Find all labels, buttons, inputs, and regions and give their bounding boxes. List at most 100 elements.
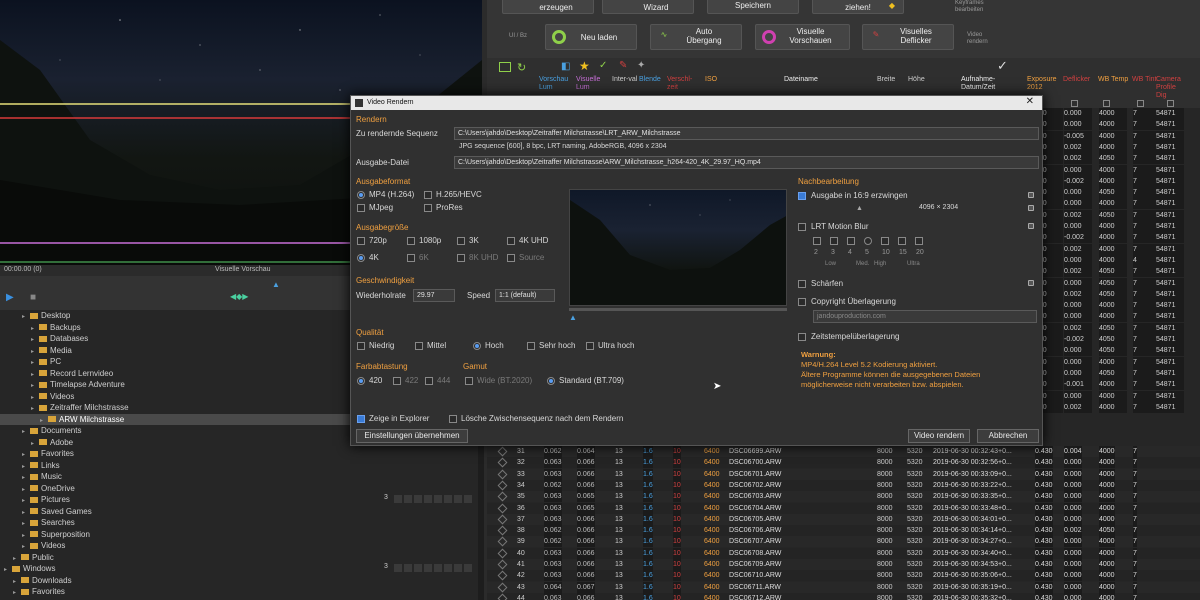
quality-low[interactable] (357, 342, 365, 350)
row-marker-icon[interactable] (497, 446, 508, 457)
blur-option[interactable] (915, 237, 923, 245)
folder-item[interactable]: ▸ Documents (0, 425, 81, 436)
play-icon[interactable]: ▶ (6, 292, 14, 303)
blur-option[interactable] (864, 237, 872, 245)
rating-box[interactable] (454, 564, 462, 572)
rating-box[interactable] (464, 564, 472, 572)
lock-icon[interactable] (1028, 223, 1034, 229)
table-row[interactable]: 35 0.063 0.065 13 1.6 10 6400 DSC06703.ARW 8000 5… (487, 491, 1200, 503)
rating-box[interactable] (414, 564, 422, 572)
stop-icon[interactable]: ■ (30, 292, 36, 303)
rating-box[interactable] (444, 564, 452, 572)
folder-item[interactable]: ▸ Videos (0, 391, 74, 402)
folder-item[interactable]: ▸ PC (0, 356, 61, 367)
column-header[interactable]: Dateiname (784, 76, 818, 84)
table-row[interactable]: 32 0.063 0.066 13 1.6 10 6400 DSC06700.ARW 8000 5… (487, 457, 1200, 469)
folder-item[interactable]: ▸ Videos (0, 540, 65, 551)
refresh-icon[interactable]: ↻ (517, 61, 526, 74)
folder-item[interactable]: ▸ Favorites (0, 448, 74, 459)
table-row[interactable]: 36 0.063 0.065 13 1.6 10 6400 DSC06704.ARW 8000 5… (487, 502, 1200, 514)
keyframe-nav-icon[interactable]: ◀◆▶ (230, 292, 248, 301)
table-row[interactable]: 38 0.062 0.066 13 1.6 10 6400 DSC06706.ARW 8000 5… (487, 525, 1200, 537)
reload-button[interactable]: Neu laden (545, 24, 637, 50)
force-169-checkbox[interactable] (798, 192, 806, 200)
deflicker-col-icon[interactable]: ✎ (619, 60, 627, 71)
lock-icon[interactable] (1028, 280, 1034, 286)
row-marker-icon[interactable] (497, 480, 508, 491)
size-source[interactable] (507, 254, 515, 262)
rating-box[interactable] (394, 495, 402, 503)
expand-arrow-icon[interactable]: ▸ (13, 588, 21, 599)
folder-item[interactable]: ▸ Searches (0, 517, 75, 528)
table-row[interactable]: 37 0.063 0.066 13 1.6 10 6400 DSC06705.ARW 8000 5… (487, 513, 1200, 525)
folder-item[interactable]: ▸ Favorites (0, 586, 65, 597)
rating-box[interactable] (444, 495, 452, 503)
chroma-444[interactable] (425, 377, 433, 385)
column-header[interactable]: Höhe (908, 76, 940, 84)
rating-box[interactable] (454, 495, 462, 503)
timeline-marker-icon[interactable]: ▲ (272, 280, 280, 289)
close-icon[interactable]: ✕ (1026, 96, 1034, 107)
rating-box[interactable] (464, 495, 472, 503)
filter-icon[interactable]: ◧ (561, 61, 570, 72)
curve-icon[interactable]: ✓ (599, 60, 607, 71)
copyright-field[interactable]: jandouproduction.com (813, 310, 1037, 323)
magic-icon[interactable]: ✦ (637, 60, 645, 71)
motion-blur-checkbox[interactable] (798, 223, 806, 231)
size-4kuhd[interactable] (507, 237, 515, 245)
row-marker-icon[interactable] (497, 570, 508, 581)
table-row[interactable]: 43 0.064 0.067 13 1.6 10 6400 DSC06711.ARW 8000 5… (487, 581, 1200, 593)
size-6k[interactable] (407, 254, 415, 262)
check-icon[interactable]: ✓ (997, 58, 1008, 74)
folder-item[interactable]: ▸ Windows (0, 563, 55, 574)
speed-select[interactable]: 1:1 (default) (495, 289, 555, 302)
row-marker-icon[interactable] (497, 514, 508, 525)
column-checkbox[interactable] (1071, 100, 1078, 107)
folder-item[interactable]: ▸ Public (0, 552, 54, 563)
format-h265-radio[interactable] (424, 191, 432, 199)
quality-medium[interactable] (415, 342, 423, 350)
folder-item[interactable]: ▸ Music (0, 471, 62, 482)
output-file-field[interactable]: C:\Users\jahdo\Desktop\Zeitraffer Milchs… (454, 156, 1039, 169)
row-marker-icon[interactable] (497, 525, 508, 536)
column-header[interactable]: Deflicker (1063, 76, 1095, 84)
format-mjpeg-radio[interactable] (357, 204, 365, 212)
folder-item[interactable]: ▸ Zeitraffer Milchstrasse (0, 402, 129, 413)
preview-slider-track[interactable] (569, 308, 787, 311)
create-button[interactable]: erzeugen (502, 0, 594, 14)
quality-ultra-high[interactable] (586, 342, 594, 350)
column-header[interactable]: Exposure 2012 (1027, 76, 1059, 92)
table-row[interactable]: 33 0.063 0.066 13 1.6 10 6400 DSC06701.ARW 8000 5… (487, 468, 1200, 480)
row-marker-icon[interactable] (497, 593, 508, 600)
apply-settings-button[interactable]: Einstellungen übernehmen (356, 429, 468, 443)
table-row[interactable]: 39 0.062 0.066 13 1.6 10 6400 DSC06707.ARW 8000 5… (487, 536, 1200, 548)
rating-box[interactable] (434, 495, 442, 503)
row-marker-icon[interactable] (497, 559, 508, 570)
lock-icon[interactable] (1028, 192, 1034, 198)
sequence-field[interactable]: C:\Users\jahdo\Desktop\Zeitraffer Milchs… (454, 127, 1039, 140)
preview-slider-handle[interactable]: ▲ (569, 313, 577, 322)
render-video-button[interactable]: Video rendern (908, 429, 970, 443)
save-button[interactable]: Speichern (707, 0, 799, 14)
column-header[interactable]: WB Temp (1098, 76, 1130, 84)
table-row[interactable]: 42 0.063 0.066 13 1.6 10 6400 DSC06710.ARW 8000 5… (487, 570, 1200, 582)
auto-transition-button[interactable]: ∿ Auto Übergang (650, 24, 742, 50)
blur-option[interactable] (898, 237, 906, 245)
blur-option[interactable] (813, 237, 821, 245)
folder-item[interactable]: ▸ Desktop (0, 310, 70, 321)
res-slider-handle[interactable]: ▲ (856, 205, 863, 212)
column-header[interactable]: Verschl-zeit (667, 76, 699, 92)
folder-item[interactable]: ▸ Databases (0, 333, 88, 344)
show-explorer-checkbox[interactable] (357, 415, 365, 423)
quality-high[interactable] (473, 342, 481, 350)
visual-deflicker-button[interactable]: ✎ Visuelles Deflicker (862, 24, 954, 50)
folder-item[interactable]: ▸ Links (0, 460, 60, 471)
folder-item[interactable]: ▸ Backups (0, 322, 81, 333)
visual-previews-button[interactable]: Visuelle Vorschauen (755, 24, 850, 50)
row-marker-icon[interactable] (497, 582, 508, 593)
rating-box[interactable] (394, 564, 402, 572)
table-row[interactable]: 41 0.063 0.066 13 1.6 10 6400 DSC06709.ARW 8000 5… (487, 559, 1200, 570)
folder-item[interactable]: ▸ Saved Games (0, 506, 92, 517)
row-marker-icon[interactable] (497, 457, 508, 468)
cancel-button[interactable]: Abbrechen (977, 429, 1039, 443)
